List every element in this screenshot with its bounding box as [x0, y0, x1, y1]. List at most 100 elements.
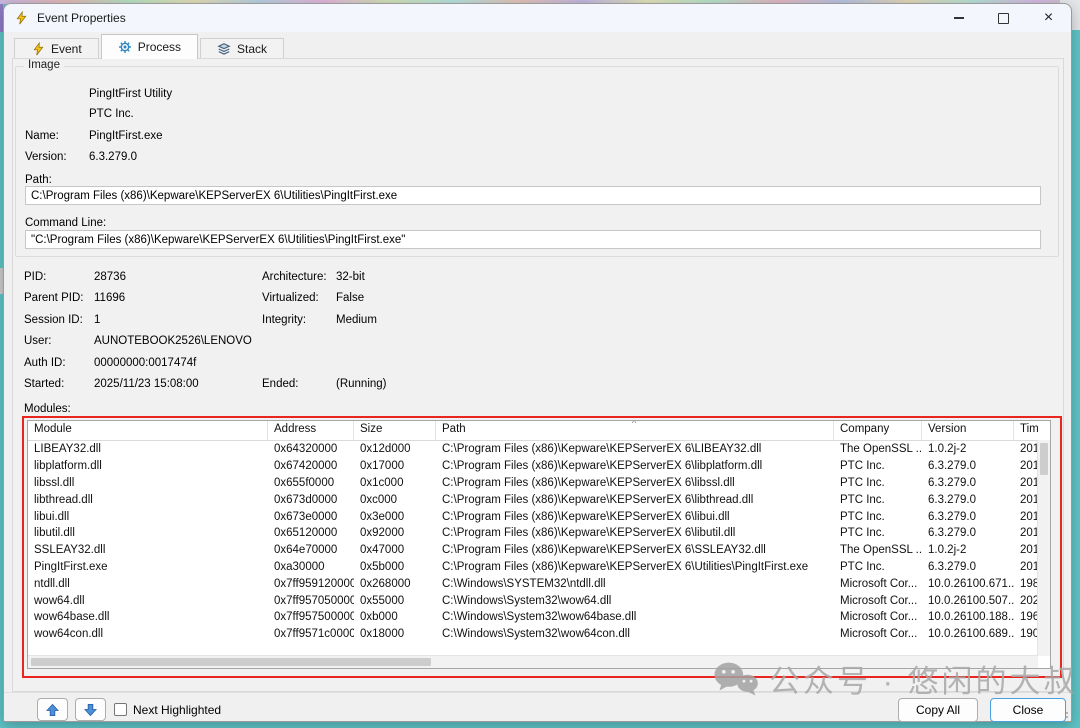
column-header-tim[interactable]: Tim	[1014, 421, 1051, 440]
column-header-size[interactable]: Size	[354, 421, 436, 440]
module-cell: 0x7ff957500000	[268, 611, 354, 623]
module-row[interactable]: libthread.dll0x673d00000xc000C:\Program …	[28, 491, 1050, 508]
detail-row: Virtualized:False	[262, 292, 387, 313]
module-cell: 0x673d0000	[268, 494, 354, 506]
module-cell: C:\Windows\System32\wow64con.dll	[436, 628, 834, 640]
module-cell: wow64base.dll	[28, 611, 268, 623]
module-cell: The OpenSSL ...	[834, 443, 922, 455]
module-row[interactable]: wow64con.dll0x7ff9571c00000x18000C:\Wind…	[28, 626, 1050, 643]
vertical-scrollbar[interactable]	[1037, 440, 1050, 656]
column-header-company[interactable]: Company	[834, 421, 922, 440]
module-cell: 0x7ff957050000	[268, 595, 354, 607]
detail-row	[262, 357, 387, 378]
module-row[interactable]: wow64.dll0x7ff9570500000x55000C:\Windows…	[28, 592, 1050, 609]
screen: { "window": { "title": "Event Properties…	[0, 0, 1080, 728]
module-cell: 6.3.279.0	[922, 477, 1014, 489]
column-header-module[interactable]: Module	[28, 421, 268, 440]
previous-event-button[interactable]	[37, 698, 68, 721]
close-window-button[interactable]: ×	[1026, 4, 1071, 32]
modules-table-body: LIBEAY32.dll0x643200000x12d000 C:\Program…	[28, 441, 1050, 643]
tab-stack[interactable]: Stack	[200, 38, 284, 59]
module-cell: C:\Windows\SYSTEM32\ntdll.dll	[436, 578, 834, 590]
module-cell: 0x1c000	[354, 477, 436, 489]
next-event-button[interactable]	[75, 698, 106, 721]
tab-process[interactable]: Process	[101, 34, 198, 59]
horizontal-scrollbar[interactable]	[28, 655, 1038, 668]
vertical-scrollbar-thumb[interactable]	[1040, 443, 1048, 475]
module-cell: PTC Inc.	[834, 511, 922, 523]
module-cell: PTC Inc.	[834, 494, 922, 506]
modules-listview[interactable]: ^ ModuleAddressSizePathCompanyVersionTim…	[27, 420, 1051, 669]
module-row[interactable]: SSLEAY32.dll0x64e700000x47000C:\Program …	[28, 542, 1050, 559]
path-field[interactable]: C:\Program Files (x86)\Kepware\KEPServer…	[25, 186, 1041, 205]
module-row[interactable]: libssl.dll0x655f00000x1c000C:\Program Fi…	[28, 475, 1050, 492]
tab-label: Process	[138, 40, 181, 54]
detail-row	[262, 335, 387, 356]
maximize-button[interactable]	[981, 4, 1026, 32]
module-cell: 0x55000	[354, 595, 436, 607]
minimize-icon	[954, 17, 964, 19]
module-cell: 0x5b000	[354, 561, 436, 573]
module-cell: 6.3.279.0	[922, 460, 1014, 472]
column-header-address[interactable]: Address	[268, 421, 354, 440]
modules-table-header: ^ ModuleAddressSizePathCompanyVersionTim	[28, 421, 1050, 441]
module-row[interactable]: ntdll.dll0x7ff9591200000x268000C:\Window…	[28, 575, 1050, 592]
module-row[interactable]: PingItFirst.exe0xa300000x5b000C:\Program…	[28, 559, 1050, 576]
module-cell: PTC Inc.	[834, 460, 922, 472]
module-cell: 10.0.26100.689...	[922, 628, 1014, 640]
window-title: Event Properties	[37, 11, 126, 25]
module-cell: 0x17000	[354, 460, 436, 472]
column-header-version[interactable]: Version	[922, 421, 1014, 440]
close-button[interactable]: Close	[990, 698, 1066, 722]
module-cell: libplatform.dll	[28, 460, 268, 472]
details-right-column: Architecture:32-bitVirtualized:FalseInte…	[262, 271, 387, 399]
detail-value: 32-bit	[336, 271, 365, 283]
next-highlighted-label: Next Highlighted	[133, 703, 221, 717]
module-cell: 0x12d000	[354, 443, 436, 455]
module-row[interactable]: libui.dll0x673e00000x3e000C:\Program Fil…	[28, 508, 1050, 525]
module-cell: ntdll.dll	[28, 578, 268, 590]
version-label: Version:	[25, 151, 67, 163]
module-row[interactable]: libutil.dll0x651200000x92000C:\Program F…	[28, 525, 1050, 542]
module-cell: 0x655f0000	[268, 477, 354, 489]
next-highlighted-checkbox[interactable]	[114, 703, 127, 716]
minimize-button[interactable]	[936, 4, 981, 32]
detail-value: 28736	[94, 271, 126, 283]
module-cell: The OpenSSL ...	[834, 544, 922, 556]
module-cell: libthread.dll	[28, 494, 268, 506]
module-cell: C:\Program Files (x86)\Kepware\KEPServer…	[436, 527, 834, 539]
detail-row: Started:2025/11/23 15:08:00	[24, 378, 252, 399]
tab-event[interactable]: Event	[14, 38, 99, 59]
module-cell: PingItFirst.exe	[28, 561, 268, 573]
module-row[interactable]: LIBEAY32.dll0x643200000x12d000C:\Program…	[28, 441, 1050, 458]
horizontal-scrollbar-thumb[interactable]	[31, 658, 431, 666]
arrow-up-icon	[46, 703, 59, 717]
module-cell: Microsoft Cor...	[834, 578, 922, 590]
image-company: PTC Inc.	[89, 108, 134, 120]
titlebar[interactable]: Event Properties ×	[4, 4, 1071, 32]
module-row[interactable]: wow64base.dll0x7ff9575000000xb000C:\Wind…	[28, 609, 1050, 626]
tab-label: Stack	[237, 42, 267, 56]
detail-value: 2025/11/23 15:08:00	[94, 378, 199, 390]
module-row[interactable]: libplatform.dll0x674200000x17000C:\Progr…	[28, 458, 1050, 475]
module-cell: C:\Program Files (x86)\Kepware\KEPServer…	[436, 544, 834, 556]
name-value: PingItFirst.exe	[89, 130, 163, 142]
detail-row: User:AUNOTEBOOK2526\LENOVO	[24, 335, 252, 356]
command-line-label: Command Line:	[25, 217, 106, 229]
detail-row: Integrity:Medium	[262, 314, 387, 335]
module-cell: 0x64320000	[268, 443, 354, 455]
module-cell: C:\Program Files (x86)\Kepware\KEPServer…	[436, 477, 834, 489]
module-cell: 0xb000	[354, 611, 436, 623]
event-properties-dialog: Event Properties × EventProcessStack Ima…	[3, 3, 1072, 722]
module-cell: 6.3.279.0	[922, 494, 1014, 506]
command-line-field[interactable]: "C:\Program Files (x86)\Kepware\KEPServe…	[25, 230, 1041, 249]
module-cell: 0x673e0000	[268, 511, 354, 523]
lightning-icon	[14, 11, 29, 26]
module-cell: 10.0.26100.188...	[922, 611, 1014, 623]
maximize-icon	[998, 13, 1009, 24]
module-cell: PTC Inc.	[834, 527, 922, 539]
module-cell: LIBEAY32.dll	[28, 443, 268, 455]
module-cell: wow64.dll	[28, 595, 268, 607]
copy-all-button[interactable]: Copy All	[898, 698, 978, 722]
module-cell: C:\Program Files (x86)\Kepware\KEPServer…	[436, 511, 834, 523]
